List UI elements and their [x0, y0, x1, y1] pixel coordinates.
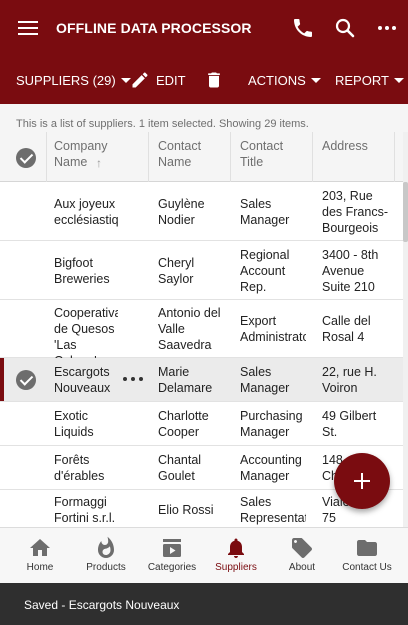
table-row-selected[interactable]: Escargots Nouveaux Marie Delamare Sales …: [0, 358, 403, 402]
cell-contact: Charlotte Cooper: [158, 409, 209, 439]
pencil-icon: [132, 72, 148, 88]
row-checkbox-checked[interactable]: [16, 370, 36, 390]
table-row[interactable]: Exotic Liquids Charlotte Cooper Purchasi…: [0, 402, 403, 446]
flame-icon: [98, 536, 114, 558]
nav-about[interactable]: About: [270, 528, 334, 584]
app-title: OFFLINE DATA PROCESSOR: [56, 20, 252, 36]
report-dropdown[interactable]: REPORT: [335, 56, 404, 104]
nav-products[interactable]: Products: [74, 528, 138, 584]
column-header-company-name[interactable]: Company Name ↑: [54, 138, 148, 170]
cell-address: Calle del Rosal 4: [322, 314, 371, 344]
phone-icon[interactable]: [291, 16, 315, 40]
nav-categories[interactable]: Categories: [140, 528, 204, 584]
cell-address: 49 Gilbert St.: [322, 409, 377, 439]
cell-company: Escargots Nouveaux: [54, 365, 111, 395]
cell-contact: Marie Delamare: [158, 365, 213, 395]
nav-contact-us[interactable]: Contact Us: [335, 528, 399, 584]
bell-icon: [228, 538, 244, 558]
table-row[interactable]: Cooperativa de Quesos 'Las Cabras' Anton…: [0, 300, 403, 368]
cell-title: Export Administrato: [240, 314, 306, 344]
delete-button[interactable]: [204, 56, 224, 104]
cell-company: Exotic Liquids: [54, 409, 94, 439]
cell-title: Regional Account Rep.: [240, 248, 290, 294]
folder-icon: [357, 540, 377, 556]
bottom-navigation: Home Products Categories Suppliers About…: [0, 527, 408, 583]
cell-title: Sales Manager: [240, 365, 290, 395]
snackbar-message: Saved - Escargots Nouveaux: [24, 598, 180, 612]
snackbar: Saved - Escargots Nouveaux: [0, 583, 408, 625]
view-label: SUPPLIERS (29): [16, 72, 116, 88]
cell-address: 22, rue H. Voiron: [322, 365, 377, 395]
cell-company: Formaggi Fortini s.r.l.: [54, 495, 116, 525]
home-icon: [30, 539, 50, 556]
cell-company: Aux joyeux ecclésiastiqu: [54, 197, 118, 227]
actions-label: ACTIONS: [248, 72, 306, 88]
actions-dropdown[interactable]: ACTIONS: [248, 56, 321, 104]
cell-title: Sales Manager: [240, 197, 290, 227]
column-divider: [312, 132, 313, 182]
nav-label: Products: [86, 562, 126, 573]
cell-address: 203, Rue des Francs- Bourgeois: [322, 189, 388, 235]
nav-label: Contact Us: [342, 562, 392, 573]
cell-company: Forêts d'érables: [54, 453, 105, 483]
top-bar: OFFLINE DATA PROCESSOR: [0, 0, 408, 56]
column-header-contact-name[interactable]: Contact Name: [158, 138, 234, 170]
cell-contact: Guylène Nodier: [158, 197, 205, 227]
cell-company: Bigfoot Breweries: [54, 256, 110, 286]
search-icon[interactable]: [333, 16, 357, 40]
nav-suppliers[interactable]: Suppliers: [204, 528, 268, 584]
report-label: REPORT: [335, 72, 389, 88]
table-row[interactable]: Aux joyeux ecclésiastiqu Guylène Nodier …: [0, 182, 403, 241]
menu-icon[interactable]: [16, 16, 40, 40]
column-divider: [394, 132, 395, 182]
cell-contact: Antonio del Valle Saavedra: [158, 306, 221, 352]
chevron-down-icon: [310, 77, 321, 83]
add-supplier-button[interactable]: [334, 453, 390, 509]
grid-header: Company Name ↑ Contact Name Contact Title…: [0, 132, 403, 182]
cell-address: 3400 - 8th Avenue Suite 210: [322, 248, 379, 294]
cell-title: Purchasing Manager: [240, 409, 303, 439]
toolbar: SUPPLIERS (29) EDIT ACTIONS REPORT: [0, 56, 408, 104]
column-divider: [230, 132, 231, 182]
nav-label: Suppliers: [215, 562, 257, 573]
vertical-scrollbar[interactable]: [403, 132, 408, 527]
chevron-down-icon: [393, 77, 404, 83]
column-header-contact-title[interactable]: Contact Title: [240, 138, 316, 170]
nav-label: About: [288, 562, 316, 573]
selection-indicator: [0, 358, 4, 401]
column-header-address[interactable]: Address: [322, 138, 398, 154]
video-library-icon: [163, 539, 181, 557]
suppliers-view-dropdown[interactable]: SUPPLIERS (29): [16, 56, 131, 104]
app-bar: OFFLINE DATA PROCESSOR SUPPLIERS (29) ED…: [0, 0, 408, 104]
cell-title: Accounting Manager: [240, 453, 302, 483]
trash-icon: [208, 72, 220, 88]
info-text: This is a list of suppliers. 1 item sele…: [16, 118, 309, 130]
nav-home[interactable]: Home: [8, 528, 72, 584]
nav-label: Home: [26, 562, 54, 573]
cell-title: Sales Representati: [240, 495, 306, 525]
cell-contact: Cheryl Saylor: [158, 256, 195, 286]
cell-contact: Chantal Goulet: [158, 453, 202, 483]
cell-contact: Elio Rossi: [158, 503, 214, 517]
edit-label: EDIT: [156, 72, 186, 88]
select-all-checkbox[interactable]: [16, 148, 36, 168]
table-row[interactable]: Bigfoot Breweries Cheryl Saylor Regional…: [0, 241, 403, 300]
column-divider: [46, 132, 47, 182]
row-more-icon[interactable]: [122, 371, 144, 387]
edit-button[interactable]: EDIT: [130, 56, 186, 104]
scrollbar-thumb[interactable]: [403, 182, 408, 242]
tag-icon: [292, 538, 312, 558]
more-vertical-icon[interactable]: [375, 16, 399, 40]
sort-up-icon: ↑: [96, 156, 102, 170]
nav-label: Categories: [147, 562, 197, 573]
column-divider: [148, 132, 149, 182]
